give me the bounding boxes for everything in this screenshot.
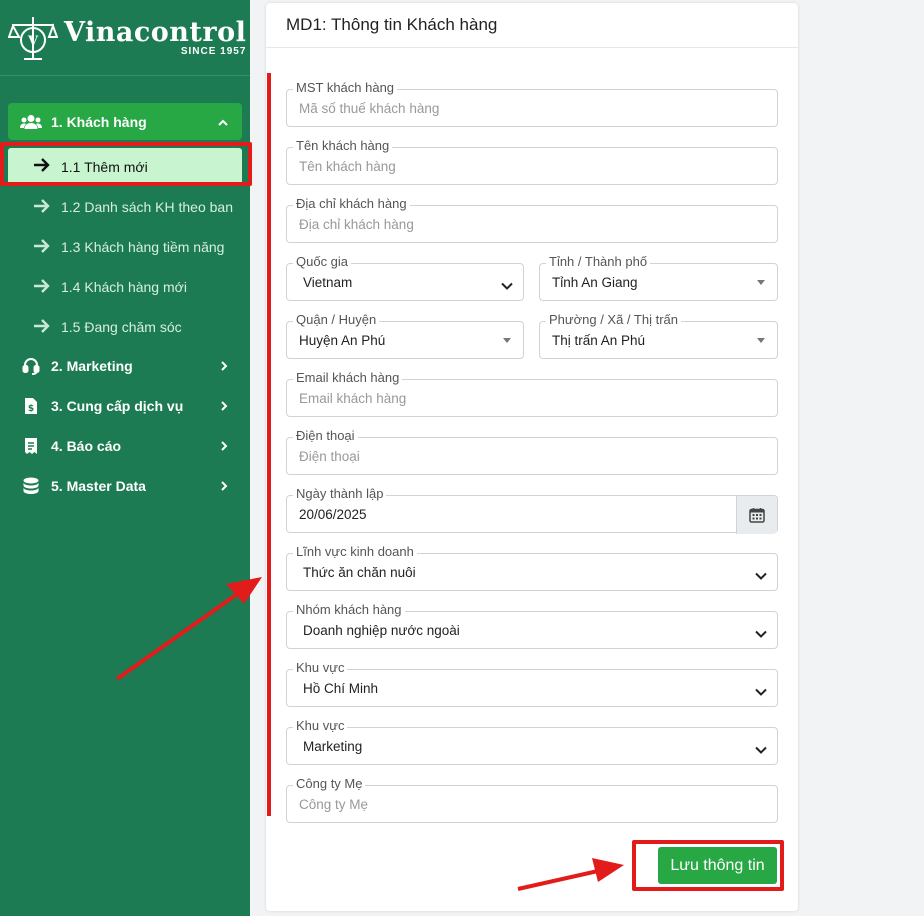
caret-down-icon	[503, 338, 511, 343]
arrow-right-icon	[33, 319, 51, 336]
phone-label: Điện thoại	[293, 428, 358, 443]
chevron-right-icon	[220, 398, 228, 414]
region-field: Khu vực Hồ Chí Minh	[286, 660, 778, 707]
country-field: Quốc gia Vietnam	[286, 254, 524, 301]
region-department-label: Khu vực	[293, 718, 348, 733]
chevron-right-icon	[220, 478, 228, 494]
customer-group-label: Nhóm khách hàng	[293, 602, 405, 617]
invoice-icon: $	[20, 397, 42, 415]
chevron-up-icon	[218, 114, 228, 130]
svg-text:$: $	[28, 404, 34, 414]
country-label: Quốc gia	[293, 254, 352, 269]
sidebar-item-label: 1.5 Đang chăm sóc	[61, 319, 182, 335]
mst-field: MST khách hàng Mã số thuế khách hàng	[286, 80, 778, 127]
form-title: MD1: Thông tin Khách hàng	[266, 3, 798, 48]
sidebar-group-master-data[interactable]: 5. Master Data	[8, 467, 242, 504]
ward-field: Phường / Xã / Thị trấn Thị trấn An Phú	[539, 312, 778, 359]
sidebar-group-khach-hang[interactable]: 1. Khách hàng	[8, 103, 242, 140]
province-value: Tỉnh An Giang	[552, 274, 638, 290]
sidebar-group-cung-cap-dich-vu[interactable]: $ 3. Cung cấp dịch vụ	[8, 387, 242, 424]
sidebar-item-them-moi[interactable]: 1.1 Thêm mới	[8, 148, 242, 185]
sidebar-item-dang-cham-soc[interactable]: 1.5 Đang chăm sóc	[8, 317, 242, 337]
industry-value: Thức ăn chăn nuôi	[303, 564, 416, 580]
phone-field: Điện thoại Điện thoại	[286, 428, 778, 475]
sidebar: V Vinacontrol SINCE 1957 1. Khách hàng 1…	[0, 0, 250, 916]
chevron-down-icon	[755, 742, 767, 757]
arrow-right-icon	[33, 279, 51, 296]
region-select[interactable]: Hồ Chí Minh	[286, 669, 778, 707]
database-icon	[20, 477, 42, 495]
sidebar-group-label: 3. Cung cấp dịch vụ	[51, 397, 184, 414]
country-value: Vietnam	[303, 274, 353, 290]
region-value: Hồ Chí Minh	[303, 680, 379, 696]
customer-form-card: MD1: Thông tin Khách hàng MST khách hàng…	[266, 3, 798, 911]
sidebar-group-label: 2. Marketing	[51, 357, 133, 374]
sidebar-item-label: 1.3 Khách hàng tiềm năng	[61, 239, 225, 255]
sidebar-item-label: 1.4 Khách hàng mới	[61, 279, 187, 295]
svg-text:V: V	[27, 34, 39, 49]
region-department-select[interactable]: Marketing	[286, 727, 778, 765]
headset-icon	[20, 357, 42, 375]
chevron-down-icon	[755, 684, 767, 699]
customer-group-field: Nhóm khách hàng Doanh nghiệp nước ngoài	[286, 602, 778, 649]
industry-field: Lĩnh vực kinh doanh Thức ăn chăn nuôi	[286, 544, 778, 591]
sidebar-menu: 1. Khách hàng 1.1 Thêm mới 1.2 Danh sách…	[0, 103, 250, 504]
customer-name-field: Tên khách hàng Tên khách hàng	[286, 138, 778, 185]
parent-company-label: Công ty Mẹ	[293, 776, 366, 791]
sidebar-group-bao-cao[interactable]: 4. Báo cáo	[8, 427, 242, 464]
arrow-right-icon	[33, 199, 51, 216]
region-department-field: Khu vực Marketing	[286, 718, 778, 765]
chevron-down-icon	[755, 626, 767, 641]
chevron-down-icon	[755, 568, 767, 583]
arrow-right-icon	[33, 158, 51, 175]
district-value: Huyện An Phú	[299, 332, 386, 348]
sidebar-group-marketing[interactable]: 2. Marketing	[8, 347, 242, 384]
calendar-icon[interactable]	[736, 496, 777, 534]
sidebar-group-label: 4. Báo cáo	[51, 437, 122, 454]
province-field: Tỉnh / Thành phố Tỉnh An Giang	[539, 254, 778, 301]
mst-label: MST khách hàng	[293, 80, 398, 95]
caret-down-icon	[757, 338, 765, 343]
sidebar-item-khach-hang-moi[interactable]: 1.4 Khách hàng mới	[8, 277, 242, 297]
brand-name: Vinacontrol	[64, 17, 247, 48]
caret-down-icon	[757, 280, 765, 285]
users-icon	[20, 114, 42, 130]
founded-date-value: 20/06/2025	[299, 506, 367, 522]
sidebar-item-tiem-nang[interactable]: 1.3 Khách hàng tiềm năng	[8, 237, 242, 257]
save-button[interactable]: Lưu thông tin	[658, 847, 777, 884]
email-label: Email khách hàng	[293, 370, 403, 385]
annotation-vertical-line	[267, 73, 271, 816]
region-label: Khu vực	[293, 660, 348, 675]
arrow-right-icon	[33, 239, 51, 256]
province-label: Tỉnh / Thành phố	[546, 254, 651, 269]
sidebar-item-danh-sach-kh[interactable]: 1.2 Danh sách KH theo ban	[8, 197, 242, 217]
region-department-value: Marketing	[303, 738, 363, 754]
receipt-icon	[20, 437, 42, 455]
customer-group-value: Doanh nghiệp nước ngoài	[303, 622, 460, 638]
chevron-right-icon	[220, 438, 228, 454]
district-label: Quận / Huyện	[293, 312, 380, 327]
founded-date-field: Ngày thành lập 20/06/2025	[286, 486, 778, 534]
industry-label: Lĩnh vực kinh doanh	[293, 544, 417, 559]
ward-label: Phường / Xã / Thị trấn	[546, 312, 681, 327]
address-label: Địa chỉ khách hàng	[293, 196, 410, 211]
ward-value: Thị trấn An Phú	[552, 332, 646, 348]
sidebar-group-label: 1. Khách hàng	[51, 113, 147, 130]
chevron-right-icon	[220, 358, 228, 374]
chevron-down-icon	[501, 278, 513, 293]
founded-date-label: Ngày thành lập	[293, 486, 387, 501]
scales-logo-icon: V	[7, 13, 59, 63]
customer-name-label: Tên khách hàng	[293, 138, 393, 153]
brand-logo[interactable]: V Vinacontrol SINCE 1957	[0, 0, 250, 76]
parent-company-field: Công ty Mẹ Công ty Mẹ	[286, 776, 778, 823]
email-field: Email khách hàng Email khách hàng	[286, 370, 778, 417]
phone-input[interactable]: Điện thoại	[286, 437, 778, 475]
district-field: Quận / Huyện Huyện An Phú	[286, 312, 524, 359]
address-field: Địa chỉ khách hàng Địa chỉ khách hàng	[286, 196, 778, 243]
sidebar-group-label: 5. Master Data	[51, 477, 146, 494]
